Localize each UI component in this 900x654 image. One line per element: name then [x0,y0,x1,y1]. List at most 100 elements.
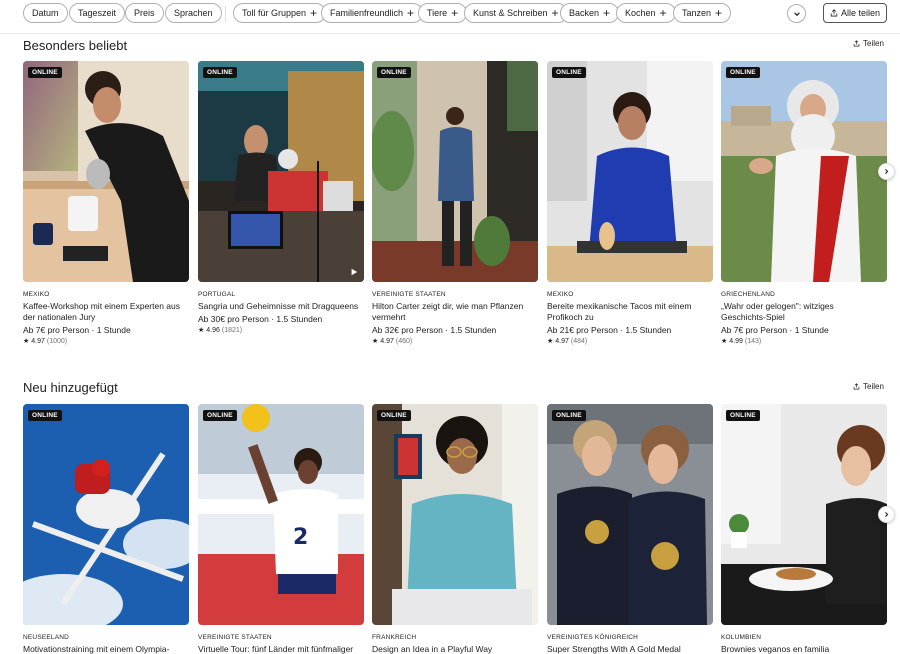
card-country: GRIECHENLAND [721,291,776,298]
title-line: Geschichts-Spiel [721,312,785,322]
filter-bar: Datum Tageszeit Preis Sprachen Toll für … [0,0,900,28]
card-title[interactable]: „Wahr oder gelogen": witziges Geschichts… [721,301,887,323]
title-line: „Wahr oder gelogen": witziges [721,301,834,311]
star-icon: ★ [547,338,554,345]
experience-photo[interactable]: ONLINE [372,404,538,625]
experience-card[interactable]: ONLINE MEXIKO Kaffee-Workshop mit einem … [23,61,189,345]
carousel-next-button-new[interactable] [878,506,895,523]
play-icon[interactable] [350,268,358,276]
card-price: Ab 7€ pro Person · 1 Stunde [23,325,131,335]
card-country: MEXIKO [23,291,50,298]
more-filters-button[interactable] [787,4,806,23]
title-line: vermehrt [372,312,406,322]
card-title[interactable]: Kaffee-Workshop mit einem Experten aus d… [23,301,189,323]
title-line: der nationalen Jury [23,312,96,322]
experience-card[interactable]: ONLINE NEUSEELAND Motivationstraining mi… [23,404,189,654]
share-all-label: Alle teilen [840,8,881,18]
chevron-right-icon [885,169,889,174]
experience-photo[interactable]: ONLINE [547,61,713,282]
title-line: Profikoch zu [547,312,594,322]
experience-card[interactable]: ONLINE KOLUMBIEN Brownies veganos en fam… [721,404,887,654]
share-icon [853,383,860,390]
rating-count: (484) [570,337,588,345]
rating-value: 4.96 [206,326,220,334]
card-title[interactable]: Virtuelle Tour: fünf Länder mit fünfmali… [198,644,364,654]
category-chip-family[interactable]: Familienfreundlich + [321,3,424,23]
experience-photo[interactable]: ONLINE [198,61,364,282]
chip-label: Kochen [625,8,656,18]
experience-card[interactable]: ONLINE GRIECHENLAND „Wahr oder gelogen":… [721,61,887,345]
category-chip-groups[interactable]: Toll für Gruppen + [233,3,327,23]
chevron-right-icon [885,512,889,517]
experience-photo[interactable]: ONLINE [23,404,189,625]
chip-label: Sprachen [174,8,213,18]
star-icon: ★ [372,338,379,345]
category-chip-cooking[interactable]: Kochen + [616,3,676,23]
category-chip-baking[interactable]: Backen + [560,3,620,23]
carousel-next-button-popular[interactable] [878,163,895,180]
title-line: Design an Idea in a Playful Way [372,644,493,654]
experience-photo[interactable]: ONLINE [547,404,713,625]
online-badge: ONLINE [552,67,586,78]
section-share-popular[interactable]: Teilen [853,39,884,48]
card-title[interactable]: Super Strengths With A Gold Medal [547,644,713,654]
experience-photo[interactable]: ONLINE [721,404,887,625]
category-chip-dance[interactable]: Tanzen + [673,3,732,23]
rating-count: (1821) [221,326,243,334]
card-title[interactable]: Brownies veganos en familia [721,644,887,654]
experience-card[interactable]: ONLINE MEXIKO Bereite mexikanische Tacos… [547,61,713,345]
plus-icon: + [407,6,415,20]
experience-card[interactable]: ONLINE VEREINIGTE STAATEN Hilton Carter … [372,61,538,345]
title-line: Sangria und Geheimnisse mit Dragqueens [198,301,359,311]
experience-card[interactable]: ONLINE FRANKREICH Design an Idea in a Pl… [372,404,538,654]
filter-chip-price[interactable]: Preis [125,3,164,23]
section-title-popular: Besonders beliebt [23,38,128,53]
experience-photo[interactable]: 2 ONLINE [198,404,364,625]
card-price: Ab 21€ pro Person · 1.5 Stunden [547,325,672,335]
title-line: Kaffee-Workshop mit einem Experten aus [23,301,181,311]
title-line: Motivationstraining mit einem Olympia- [23,644,170,654]
card-country: NEUSEELAND [23,634,70,641]
experience-photo[interactable]: ONLINE [23,61,189,282]
rating-value: 4.99 [729,337,743,345]
card-country: MEXIKO [547,291,574,298]
card-title[interactable]: Bereite mexikanische Tacos mit einem Pro… [547,301,713,323]
title-line: Hilton Carter zeigt dir, wie man Pflanze… [372,301,524,311]
card-title[interactable]: Sangria und Geheimnisse mit Dragqueens [198,301,364,312]
section-share-new[interactable]: Teilen [853,382,884,391]
online-badge: ONLINE [28,410,62,421]
card-rating: ★ 4.97 (460) [372,337,538,346]
category-chip-animals[interactable]: Tiere + [418,3,468,23]
online-badge: ONLINE [552,410,586,421]
online-badge: ONLINE [377,67,411,78]
rating-count: (1000) [46,337,68,345]
chevron-down-icon [793,11,800,16]
filter-divider [225,6,226,22]
experience-photo[interactable]: ONLINE [721,61,887,282]
title-line: Bereite mexikanische Tacos mit einem [547,301,692,311]
online-badge: ONLINE [726,410,760,421]
experience-photo[interactable]: ONLINE [372,61,538,282]
card-rating: ★ 4.96 (1821) [198,326,364,335]
experience-card[interactable]: ONLINE VEREINIGTES KÖNIGREICH Super Stre… [547,404,713,654]
experience-card[interactable]: 2 ONLINE VEREINIGTE STAATEN Virtuelle To… [198,404,364,654]
header-divider [0,33,900,34]
experience-card[interactable]: ONLINE PORTUGAL Sangria und Geheimnisse … [198,61,364,334]
card-title[interactable]: Design an Idea in a Playful Way [372,644,538,654]
star-icon: ★ [721,338,728,345]
filter-chip-time[interactable]: Tageszeit [69,3,126,23]
card-title[interactable]: Hilton Carter zeigt dir, wie man Pflanze… [372,301,538,323]
share-label: Teilen [863,382,884,391]
chip-label: Preis [134,8,155,18]
filter-chip-languages[interactable]: Sprachen [165,3,222,23]
card-title[interactable]: Motivationstraining mit einem Olympia- [23,644,189,654]
online-badge: ONLINE [726,67,760,78]
filter-chip-date[interactable]: Datum [23,3,68,23]
online-badge: ONLINE [203,67,237,78]
category-chip-art[interactable]: Kunst & Schreiben + [464,3,568,23]
plus-icon: + [451,6,459,20]
card-country: VEREINIGTE STAATEN [198,634,272,641]
share-all-button[interactable]: Alle teilen [823,3,887,23]
share-label: Teilen [863,39,884,48]
chip-label: Datum [32,8,59,18]
